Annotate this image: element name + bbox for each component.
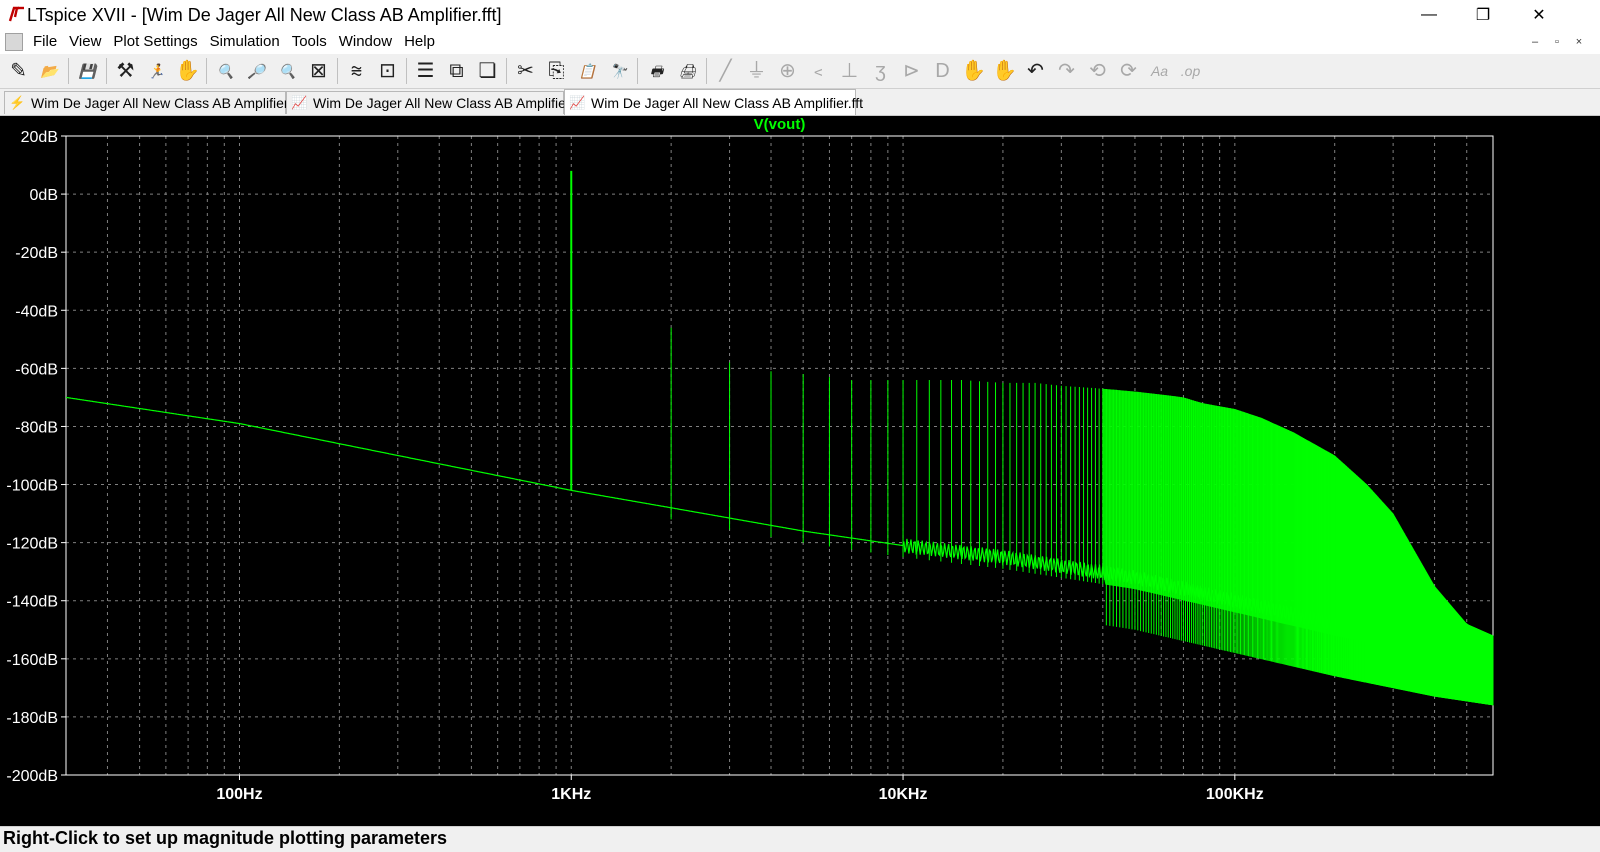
minimize-button[interactable]: — — [1400, 0, 1458, 30]
draw-wire-icon[interactable]: ╱ — [710, 56, 741, 86]
ltspice-logo-icon — [8, 6, 24, 22]
diode-icon[interactable]: ⊳ — [896, 56, 927, 86]
halt-icon[interactable]: ✋ — [172, 56, 203, 86]
inductor-icon[interactable]: ʒ — [865, 56, 896, 86]
x-tick-label: 10KHz — [879, 786, 928, 803]
ground-icon[interactable]: ⏚ — [741, 56, 772, 86]
new-schematic-icon[interactable]: ✎ — [3, 56, 34, 86]
y-tick-label: -120dB — [6, 536, 58, 553]
move-icon[interactable]: ✋ — [958, 56, 989, 86]
menu-items: File View Plot Settings Simulation Tools… — [33, 30, 447, 54]
zoom-out-icon[interactable]: 🔍 — [272, 56, 303, 86]
fft-plot[interactable]: 20dB 0dB -20dB -40dB -60dB -80dB -100dB -120dB -… — [0, 116, 1600, 826]
tab-label: Wim De Jager All New Class AB Amplifier.… — [591, 94, 864, 111]
tab-fft[interactable]: 📈 Wim De Jager All New Class AB Amplifie… — [564, 89, 863, 115]
toolbar-separator — [337, 58, 338, 84]
menu-file[interactable]: File — [33, 30, 65, 54]
spice-directive-icon[interactable]: .op — [1175, 56, 1206, 86]
mirror-icon[interactable]: ⟳ — [1113, 56, 1144, 86]
y-tick-label: -200dB — [6, 768, 58, 785]
control-panel-icon[interactable]: ⚒ — [110, 56, 141, 86]
zoom-fit-icon[interactable]: ⊠ — [303, 56, 334, 86]
cut-icon[interactable]: ✂ — [510, 56, 541, 86]
y-tick-label: -160dB — [6, 652, 58, 669]
toolbar-separator — [68, 58, 69, 84]
toolbar-separator — [206, 58, 207, 84]
y-tick-label: -80dB — [15, 419, 58, 436]
zoom-in-icon[interactable]: 🔍 — [210, 56, 241, 86]
drag-icon[interactable]: ✋ — [989, 56, 1020, 86]
x-tick-label: 1KHz — [551, 786, 591, 803]
document-window-icon[interactable] — [5, 33, 23, 51]
menu-help[interactable]: Help — [404, 30, 443, 54]
menu-window[interactable]: Window — [339, 30, 400, 54]
component-icon[interactable]: D — [927, 56, 958, 86]
paste-icon[interactable]: 📋 — [572, 56, 603, 86]
plot-settings-icon[interactable]: ⊡ — [372, 56, 403, 86]
toolbar: ✎ 📂 💾 ⚒ 🏃 ✋ 🔍 🔎 🔍 ⊠ ⩬ ⊡ ☰ ⧉ ❏ ✂ ⎘ 📋 🔭 🖶 🖨 ╱ ⏚ ⊕ ﹤ ⊥ ʒ ⊳ D ✋ ✋ ↶ ↷ ⟲ ⟳ Aa .op — [0, 54, 1600, 89]
toolbar-separator — [106, 58, 107, 84]
trace-title: V(vout) — [754, 116, 806, 133]
toolbar-separator — [706, 58, 707, 84]
print-icon[interactable]: 🖶 — [641, 56, 672, 86]
y-tick-label: -140dB — [6, 594, 58, 611]
cascade-icon[interactable]: ❏ — [472, 56, 503, 86]
print-setup-icon[interactable]: 🖨 — [672, 56, 703, 86]
y-tick-label: 20dB — [21, 129, 58, 146]
run-icon[interactable]: 🏃 — [141, 56, 172, 86]
tab-label: Wim De Jager All New Class AB Amplifier — [31, 95, 289, 111]
y-tick-label: -60dB — [15, 361, 58, 378]
y-tick-label: -40dB — [15, 303, 58, 320]
close-button[interactable]: ✕ — [1510, 0, 1568, 30]
mdi-close-button[interactable]: × — [1570, 34, 1588, 50]
tab-waveform[interactable]: 📈 Wim De Jager All New Class AB Amplifie… — [286, 91, 571, 114]
schematic-tab-icon: ⚡ — [9, 95, 26, 110]
toolbar-separator — [637, 58, 638, 84]
y-tick-label: -20dB — [15, 245, 58, 262]
capacitor-icon[interactable]: ⊥ — [834, 56, 865, 86]
y-tick-label: -180dB — [6, 710, 58, 727]
menu-plot-settings[interactable]: Plot Settings — [113, 30, 205, 54]
window-title: LTspice XVII - [Wim De Jager All New Cla… — [27, 5, 502, 25]
maximize-button[interactable]: ❐ — [1454, 0, 1512, 30]
menu-tools[interactable]: Tools — [292, 30, 335, 54]
mdi-restore-button[interactable]: ▫ — [1548, 34, 1566, 50]
x-tick-label: 100KHz — [1206, 786, 1264, 803]
menu-view[interactable]: View — [69, 30, 109, 54]
status-bar: Right-Click to set up magnitude plotting… — [0, 826, 1600, 852]
rotate-icon[interactable]: ⟲ — [1082, 56, 1113, 86]
redo-icon[interactable]: ↷ — [1051, 56, 1082, 86]
plot-pane[interactable]: 20dB 0dB -20dB -40dB -60dB -80dB -100dB -120dB -… — [0, 116, 1600, 826]
mdi-minimize-button[interactable]: – — [1526, 34, 1544, 50]
y-tick-label: 0dB — [30, 187, 58, 204]
autorange-icon[interactable]: ⩬ — [341, 56, 372, 86]
toolbar-separator — [406, 58, 407, 84]
undo-icon[interactable]: ↶ — [1020, 56, 1051, 86]
zoom-pan-icon[interactable]: 🔎 — [241, 56, 272, 86]
tab-label: Wim De Jager All New Class AB Amplifier — [313, 95, 571, 111]
fft-tab-icon: 📈 — [569, 94, 586, 110]
document-tabs: ⚡ Wim De Jager All New Class AB Amplifie… — [0, 89, 1600, 116]
tab-schematic[interactable]: ⚡ Wim De Jager All New Class AB Amplifie… — [4, 91, 289, 114]
resistor-icon[interactable]: ﹤ — [803, 56, 834, 86]
waveform-tab-icon: 📈 — [291, 95, 308, 110]
label-net-icon[interactable]: ⊕ — [772, 56, 803, 86]
toolbar-buttons: ✎ 📂 💾 ⚒ 🏃 ✋ 🔍 🔎 🔍 ⊠ ⩬ ⊡ ☰ ⧉ ❏ ✂ ⎘ 📋 🔭 🖶 🖨 ╱ ⏚ ⊕ ﹤ ⊥ ʒ ⊳ D ✋ ✋ ↶ ↷ ⟲ ⟳ Aa .op — [3, 56, 1206, 86]
tile-vertical-icon[interactable]: ⧉ — [441, 56, 472, 86]
title-bar: LTspice XVII - [Wim De Jager All New Cla… — [0, 0, 1600, 30]
y-tick-label: -100dB — [6, 478, 58, 495]
tile-horizontal-icon[interactable]: ☰ — [410, 56, 441, 86]
save-icon[interactable]: 💾 — [72, 56, 103, 86]
find-icon[interactable]: 🔭 — [603, 56, 634, 86]
open-icon[interactable]: 📂 — [34, 56, 65, 86]
x-tick-label: 100Hz — [216, 786, 262, 803]
status-text: Right-Click to set up magnitude plotting… — [3, 828, 448, 848]
menu-bar: File View Plot Settings Simulation Tools… — [0, 30, 1600, 54]
copy-icon[interactable]: ⎘ — [541, 56, 572, 86]
text-icon[interactable]: Aa — [1144, 56, 1175, 86]
toolbar-separator — [506, 58, 507, 84]
menu-simulation[interactable]: Simulation — [210, 30, 288, 54]
